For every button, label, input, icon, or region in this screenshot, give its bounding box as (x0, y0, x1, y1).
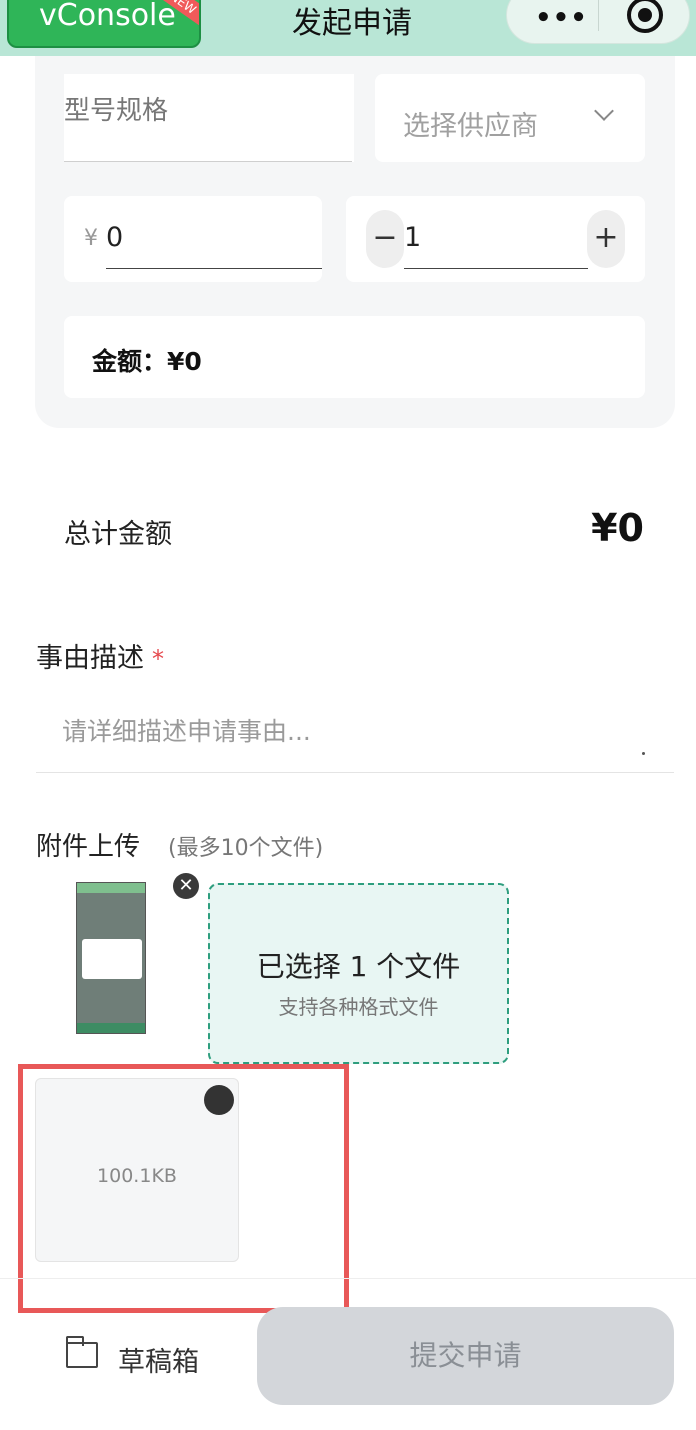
highlight-box (18, 1064, 349, 1313)
quantity-underline (404, 268, 588, 269)
total-amount-label: 总计金额 (64, 519, 172, 550)
remove-attachment-button[interactable]: ✕ (173, 873, 199, 899)
vconsole-button[interactable]: vConsole NEW (7, 0, 201, 48)
capsule-divider (598, 0, 599, 31)
chevron-down-icon (594, 101, 614, 121)
reason-textarea[interactable]: 请详细描述申请事由... (62, 712, 311, 748)
model-spec-field[interactable]: 型号规格 (64, 74, 354, 162)
thumbnail-dialog (82, 939, 142, 979)
model-spec-underline (64, 161, 352, 162)
reason-label: 事由描述 * (36, 636, 164, 675)
attachments-label: 附件上传 (36, 832, 141, 862)
unit-price-value[interactable]: 0 (106, 222, 123, 253)
unit-price-underline (106, 268, 322, 269)
more-icon[interactable]: ••• (535, 3, 588, 33)
item-amount-text: 金额：¥0 (92, 347, 202, 376)
unit-price-field[interactable]: ¥ 0 (64, 196, 322, 282)
page-title: 发起申请 (292, 6, 412, 41)
submit-button[interactable]: 提交申请 (257, 1307, 674, 1405)
supplier-select[interactable]: 选择供应商 (375, 74, 645, 162)
upload-format-hint: 支持各种格式文件 (278, 995, 439, 1019)
vconsole-label: vConsole (39, 0, 176, 33)
attachments-hint: (最多10个文件) (168, 836, 324, 861)
currency-symbol: ¥ (84, 226, 98, 251)
total-amount-value: ¥0 (591, 506, 644, 550)
supplier-placeholder: 选择供应商 (403, 111, 538, 142)
miniprogram-capsule: ••• (506, 0, 690, 44)
model-spec-placeholder: 型号规格 (64, 96, 169, 126)
footer-divider (0, 1278, 696, 1279)
reason-label-text: 事由描述 (36, 643, 144, 674)
item-amount-box: 金额：¥0 (64, 316, 645, 398)
record-icon[interactable] (627, 0, 663, 33)
attachment-thumbnail[interactable] (76, 882, 146, 1034)
upload-dropzone[interactable]: 已选择 1 个文件 支持各种格式文件 (208, 883, 509, 1064)
thumbnail-header (77, 883, 145, 893)
required-asterisk: * (152, 645, 164, 673)
reason-underline (36, 772, 674, 773)
folder-icon[interactable] (66, 1336, 98, 1368)
quantity-stepper: − 1 + (346, 196, 645, 282)
textarea-resize-dot (642, 752, 645, 755)
quantity-decrease-button[interactable]: − (366, 210, 404, 268)
quantity-increase-button[interactable]: + (587, 210, 625, 268)
quantity-value[interactable]: 1 (404, 222, 421, 253)
upload-status-text: 已选择 1 个文件 (256, 950, 461, 983)
thumbnail-footer (77, 1023, 145, 1033)
draft-box-button[interactable]: 草稿箱 (118, 1340, 199, 1379)
